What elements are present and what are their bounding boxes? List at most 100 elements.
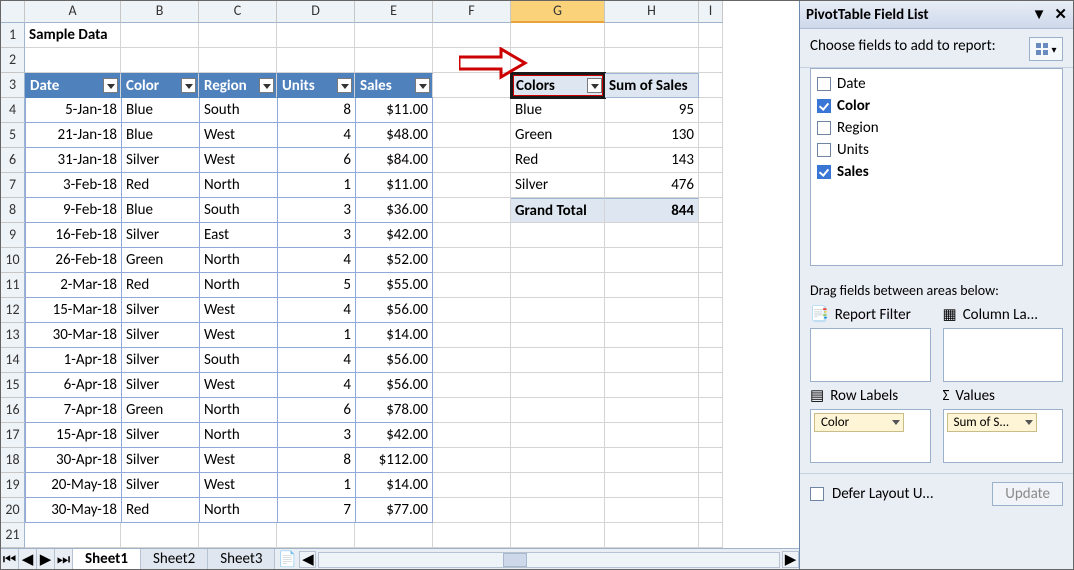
empty-cell[interactable] [433,523,511,548]
empty-cell[interactable] [433,273,511,298]
empty-cell[interactable] [433,298,511,323]
scroll-track[interactable] [318,552,780,568]
empty-cell[interactable] [605,498,699,523]
cell-sales[interactable]: $56.00 [355,373,433,398]
row-header-1[interactable]: 1 [1,23,25,48]
empty-cell[interactable] [605,373,699,398]
row-header-9[interactable]: 9 [1,223,25,248]
cell-region[interactable]: North [199,398,277,423]
empty-cell[interactable] [121,48,199,73]
empty-cell[interactable] [699,473,723,498]
checkbox-icon[interactable] [817,165,831,179]
empty-cell[interactable] [433,498,511,523]
row-header-2[interactable]: 2 [1,48,25,73]
cell-date[interactable]: 5-Jan-18 [25,98,121,123]
field-item-region[interactable]: Region [815,117,1058,139]
checkbox-icon[interactable] [817,99,831,113]
empty-cell[interactable] [699,498,723,523]
cell-color[interactable]: Blue [121,98,199,123]
checkbox-icon[interactable] [817,77,831,91]
cell-units[interactable]: 4 [277,373,355,398]
row-header-3[interactable]: 3 [1,73,25,98]
field-checklist[interactable]: DateColorRegionUnitsSales [810,68,1063,266]
cell-units[interactable]: 7 [277,498,355,523]
column-labels-well[interactable] [943,328,1064,382]
empty-cell[interactable] [511,498,605,523]
empty-cell[interactable] [121,23,199,48]
pivot-label[interactable]: Silver [511,173,605,198]
cell-date[interactable]: 26-Feb-18 [25,248,121,273]
col-header-A[interactable]: A [25,1,121,23]
cell-sales[interactable]: $84.00 [355,148,433,173]
table-header-units[interactable]: Units [277,73,355,98]
cell-date[interactable]: 7-Apr-18 [25,398,121,423]
cell-units[interactable]: 6 [277,398,355,423]
col-header-C[interactable]: C [199,1,277,23]
cell-color[interactable]: Red [121,498,199,523]
cell-units[interactable]: 3 [277,223,355,248]
cell-date[interactable]: 3-Feb-18 [25,173,121,198]
cell-region[interactable]: East [199,223,277,248]
col-header-B[interactable]: B [121,1,199,23]
filter-dropdown-icon[interactable] [103,78,118,93]
cell-sales[interactable]: $52.00 [355,248,433,273]
cell-date[interactable]: 15-Apr-18 [25,423,121,448]
pivot-value[interactable]: 143 [605,148,699,173]
tab-next-button[interactable]: ▶ [37,549,55,570]
empty-cell[interactable] [511,48,605,73]
col-header-E[interactable]: E [355,1,433,23]
empty-cell[interactable] [605,348,699,373]
pivot-value-header[interactable]: Sum of Sales [605,73,699,98]
empty-cell[interactable] [605,423,699,448]
empty-cell[interactable] [605,523,699,548]
cell-sales[interactable]: $56.00 [355,348,433,373]
row-header-5[interactable]: 5 [1,123,25,148]
row-header-7[interactable]: 7 [1,173,25,198]
empty-cell[interactable] [511,298,605,323]
empty-cell[interactable] [433,123,511,148]
empty-cell[interactable] [699,23,723,48]
pivot-grand-total-value[interactable]: 844 [605,198,699,223]
cell-color[interactable]: Silver [121,423,199,448]
empty-cell[interactable] [511,423,605,448]
cell-sales[interactable]: $112.00 [355,448,433,473]
field-item-sales[interactable]: Sales [815,161,1058,183]
empty-cell[interactable] [511,473,605,498]
cell-color[interactable]: Blue [121,198,199,223]
empty-cell[interactable] [699,423,723,448]
empty-cell[interactable] [433,373,511,398]
row-header-12[interactable]: 12 [1,298,25,323]
cell-date[interactable]: 16-Feb-18 [25,223,121,248]
row-header-15[interactable]: 15 [1,373,25,398]
cell-color[interactable]: Silver [121,473,199,498]
empty-cell[interactable] [699,348,723,373]
cell-region[interactable]: North [199,248,277,273]
sheet-tab-sheet1[interactable]: Sheet1 [73,549,141,570]
pivot-grand-total-label[interactable]: Grand Total [511,198,605,223]
cell-units[interactable]: 1 [277,323,355,348]
empty-cell[interactable] [199,23,277,48]
cell-date[interactable]: 6-Apr-18 [25,373,121,398]
empty-cell[interactable] [433,348,511,373]
cell-units[interactable]: 4 [277,348,355,373]
pivot-label[interactable]: Blue [511,98,605,123]
cell-units[interactable]: 8 [277,98,355,123]
row-header-11[interactable]: 11 [1,273,25,298]
cell-sales[interactable]: $42.00 [355,423,433,448]
scroll-right-button[interactable]: ▶ [782,551,799,568]
empty-cell[interactable] [699,398,723,423]
pivot-value[interactable]: 476 [605,173,699,198]
empty-cell[interactable] [511,373,605,398]
cell-units[interactable]: 3 [277,198,355,223]
cell-color[interactable]: Green [121,248,199,273]
empty-cell[interactable] [25,48,121,73]
cell-region[interactable]: South [199,198,277,223]
empty-cell[interactable] [699,373,723,398]
cell-color[interactable]: Blue [121,123,199,148]
empty-cell[interactable] [433,48,511,73]
empty-cell[interactable] [277,23,355,48]
empty-cell[interactable] [433,448,511,473]
cell-region[interactable]: West [199,448,277,473]
title-cell[interactable]: Sample Data [25,23,121,48]
sheet-tab-sheet3[interactable]: Sheet3 [208,549,275,570]
